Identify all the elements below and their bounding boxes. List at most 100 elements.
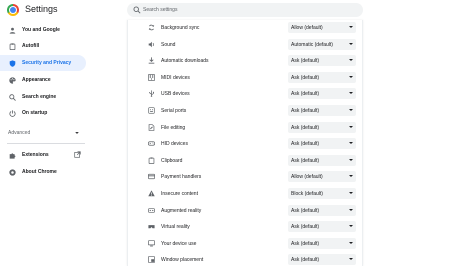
permission-select[interactable]: Ask (default)	[288, 237, 356, 249]
permission-row-sound: Sound Automatic (default)	[128, 37, 362, 54]
page-title: Settings	[25, 4, 58, 14]
puzzle-icon	[9, 153, 16, 159]
clipboard-icon	[9, 43, 16, 50]
permission-row-automatic-downloads: Automatic downloads Ask (default)	[128, 53, 362, 70]
advanced-toggle[interactable]: Advanced	[0, 127, 86, 139]
permission-select[interactable]: Allow (default)	[288, 171, 356, 183]
permission-value: Ask (default)	[291, 141, 320, 148]
sidebar-item-you-and-google[interactable]: You and Google	[0, 22, 86, 38]
dropdown-arrow-icon	[349, 142, 353, 145]
sidebar-item-label: On startup	[22, 110, 48, 116]
permission-label: Virtual reality	[161, 224, 190, 231]
permission-row-payment-handlers: Payment handlers Allow (default)	[128, 169, 362, 186]
permission-value: Allow (default)	[291, 25, 323, 31]
sidebar-item-label: Search engine	[22, 94, 57, 100]
permission-select[interactable]: Ask (default)	[288, 121, 356, 133]
ar-icon	[148, 207, 155, 213]
permission-select[interactable]: Ask (default)	[288, 105, 356, 116]
search-input[interactable]	[143, 4, 353, 16]
permission-value: Automatic (default)	[291, 41, 333, 48]
dropdown-arrow-icon	[349, 175, 353, 178]
sidebar-item-label: About Chrome	[22, 169, 57, 175]
permission-row-augmented-reality: Augmented reality Ask (default)	[128, 203, 362, 220]
dropdown-arrow-icon	[349, 158, 353, 161]
permission-select[interactable]: Ask (default)	[288, 55, 356, 67]
permission-row-clipboard: Clipboard Ask (default)	[128, 153, 362, 170]
dropdown-arrow-icon	[349, 92, 353, 95]
usb-icon	[149, 90, 154, 98]
search-icon	[133, 6, 141, 14]
dropdown-arrow-icon	[349, 109, 353, 111]
permission-label: File editing	[161, 124, 186, 131]
open-in-new-icon	[74, 151, 81, 158]
permission-select[interactable]: Ask (default)	[288, 154, 356, 166]
credit-card-icon	[148, 174, 155, 180]
permission-select[interactable]: Ask (default)	[288, 71, 356, 83]
sidebar-item-search-engine[interactable]: Search engine	[0, 89, 86, 105]
download-icon	[148, 57, 155, 64]
permission-value: Ask (default)	[291, 91, 320, 98]
permission-row-serial-ports: Serial ports Ask (default)	[128, 103, 362, 120]
search-box[interactable]	[127, 3, 363, 17]
sidebar-item-security-and-privacy[interactable]: Security and Privacy	[0, 55, 86, 71]
permission-value: Ask (default)	[291, 257, 320, 264]
person-icon	[9, 27, 16, 34]
sidebar-item-appearance[interactable]: Appearance	[0, 72, 86, 88]
permission-value: Block (default)	[291, 191, 323, 197]
dropdown-arrow-icon	[349, 75, 353, 78]
permission-label: Sound	[161, 41, 176, 48]
vr-headset-icon	[148, 225, 155, 229]
sync-icon	[148, 24, 155, 31]
sidebar-item-label: Security and Privacy	[22, 60, 72, 66]
permission-select[interactable]: Allow (default)	[288, 22, 356, 33]
sidebar-item-label: Autofill	[22, 43, 40, 49]
permission-select[interactable]: Block (default)	[288, 188, 356, 199]
dropdown-arrow-icon	[349, 125, 353, 128]
search-icon	[9, 94, 16, 101]
dropdown-arrow-icon	[349, 241, 353, 244]
warning-icon	[148, 190, 155, 197]
permission-label: Clipboard	[161, 157, 183, 164]
dropdown-arrow-icon	[349, 42, 353, 45]
permission-select[interactable]: Automatic (default)	[288, 38, 356, 50]
permission-label: MIDI devices	[161, 74, 190, 81]
sidebar-item-on-startup[interactable]: On startup	[0, 105, 86, 121]
permissions-panel: Background sync Allow (default) Sound Au…	[127, 20, 363, 266]
dropdown-arrow-icon	[349, 26, 353, 28]
serial-port-icon	[148, 107, 155, 114]
sidebar-item-extensions[interactable]: Extensions	[0, 147, 86, 163]
permission-label: Window placement	[161, 257, 204, 264]
permission-value: Ask (default)	[291, 74, 320, 81]
permission-label: Automatic downloads	[161, 58, 209, 65]
permission-label: HID devices	[161, 141, 188, 148]
dropdown-arrow-icon	[349, 192, 353, 194]
dropdown-arrow-icon	[349, 59, 353, 62]
dropdown-arrow-icon	[349, 225, 353, 228]
sidebar-item-autofill[interactable]: Autofill	[0, 38, 86, 54]
permission-select[interactable]: Ask (default)	[288, 88, 356, 100]
permission-label: Insecure content	[161, 191, 198, 197]
chevron-down-icon	[75, 132, 79, 134]
permission-select[interactable]: Ask (default)	[288, 254, 356, 266]
permission-select[interactable]: Ask (default)	[288, 221, 356, 233]
permission-select[interactable]: Ask (default)	[288, 204, 356, 216]
permission-row-virtual-reality: Virtual reality Ask (default)	[128, 219, 362, 236]
window-icon	[148, 256, 155, 264]
sidebar-item-label: You and Google	[22, 27, 60, 33]
permission-select[interactable]: Ask (default)	[288, 138, 356, 150]
permission-value: Ask (default)	[291, 108, 320, 114]
piano-icon	[148, 74, 155, 81]
permission-label: Payment handlers	[161, 174, 202, 181]
permission-label: Augmented reality	[161, 207, 202, 214]
permission-value: Ask (default)	[291, 207, 320, 214]
device-use-icon	[148, 240, 155, 247]
sidebar-item-label: Extensions	[22, 152, 49, 158]
permission-row-file-editing: File editing Ask (default)	[128, 120, 362, 137]
palette-icon	[9, 77, 16, 84]
permission-row-usb-devices: USB devices Ask (default)	[128, 86, 362, 103]
clipboard-icon	[148, 157, 155, 164]
sidebar-item-about-chrome[interactable]: About Chrome	[0, 164, 86, 180]
permission-row-midi-devices: MIDI devices Ask (default)	[128, 70, 362, 87]
divider	[7, 143, 85, 144]
permission-value: Allow (default)	[291, 174, 323, 181]
